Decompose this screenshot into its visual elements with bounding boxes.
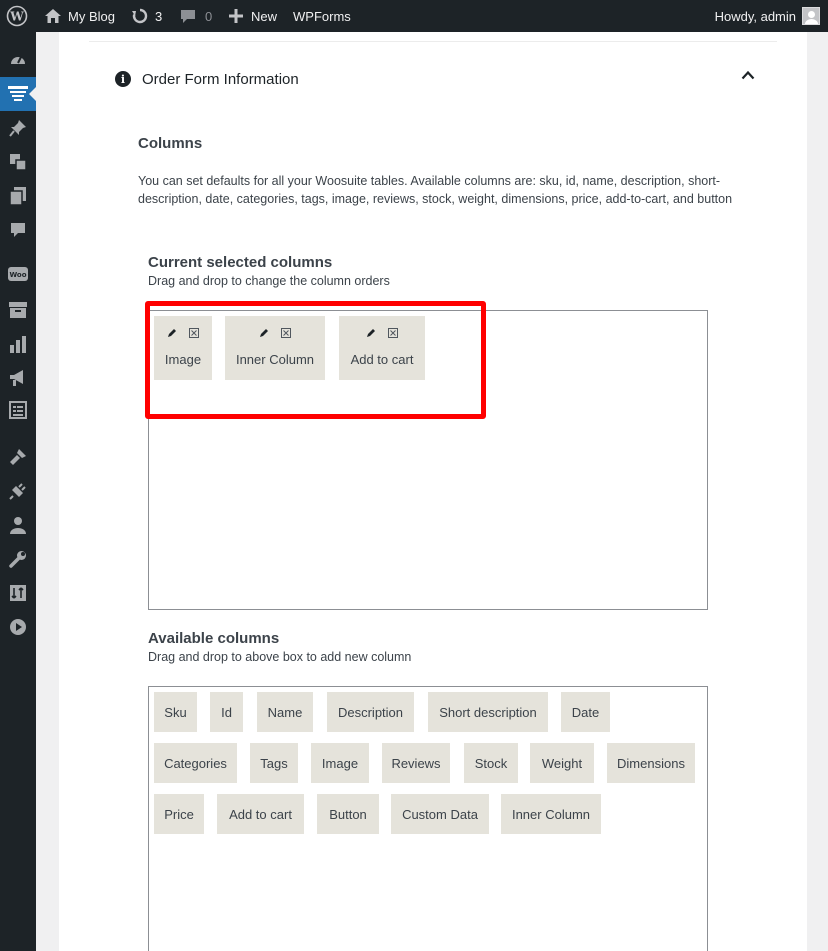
pages-icon[interactable] bbox=[0, 179, 36, 213]
available-column-label: Add to cart bbox=[229, 806, 292, 822]
available-column-label: Description bbox=[337, 704, 404, 720]
available-column-chip[interactable]: Short description bbox=[428, 692, 548, 732]
avatar bbox=[802, 7, 820, 25]
available-column-chip[interactable]: Weight bbox=[530, 743, 594, 783]
available-column-chip[interactable]: Sku bbox=[154, 692, 197, 732]
admin-sidebar: Woo bbox=[0, 32, 36, 951]
available-column-chip[interactable]: Name bbox=[257, 692, 313, 732]
available-column-label: Reviews bbox=[391, 755, 441, 771]
users-icon[interactable] bbox=[0, 508, 36, 542]
woosuite-tables-icon[interactable] bbox=[0, 77, 36, 111]
woocommerce-icon[interactable]: Woo bbox=[0, 257, 36, 291]
available-column-chip[interactable]: Dimensions bbox=[607, 743, 695, 783]
available-column-chip[interactable]: Tags bbox=[250, 743, 298, 783]
site-name-link[interactable]: My Blog bbox=[44, 0, 115, 32]
available-column-chip[interactable]: Image bbox=[311, 743, 369, 783]
available-column-chip[interactable]: Description bbox=[327, 692, 414, 732]
current-columns-help: Drag and drop to change the column order… bbox=[148, 274, 390, 288]
plus-icon bbox=[229, 9, 243, 23]
available-column-chip[interactable]: Button bbox=[317, 794, 379, 834]
section-header-order-form[interactable]: i Order Form Information bbox=[115, 68, 765, 90]
wordpress-logo-icon[interactable]: W bbox=[6, 0, 28, 32]
updates-link[interactable]: 3 bbox=[131, 0, 162, 32]
available-column-label: Name bbox=[267, 704, 303, 720]
available-column-chip[interactable]: Categories bbox=[154, 743, 237, 783]
comment-bubble-icon bbox=[181, 10, 195, 23]
account-menu[interactable]: Howdy, admin bbox=[715, 0, 820, 32]
available-column-label: Dimensions bbox=[617, 755, 685, 771]
available-column-label: Categories bbox=[164, 755, 227, 771]
available-columns-help: Drag and drop to above box to add new co… bbox=[148, 650, 412, 664]
available-column-chip[interactable]: Price bbox=[154, 794, 204, 834]
new-content-link[interactable]: New bbox=[229, 0, 277, 32]
available-column-label: Inner Column bbox=[511, 806, 591, 822]
media-icon[interactable] bbox=[0, 145, 36, 179]
available-column-chip[interactable]: Reviews bbox=[382, 743, 450, 783]
chevron-up-icon[interactable] bbox=[741, 70, 755, 80]
available-column-chip[interactable]: Custom Data bbox=[391, 794, 489, 834]
plugins-icon[interactable] bbox=[0, 474, 36, 508]
available-column-chip[interactable]: Stock bbox=[464, 743, 518, 783]
columns-heading: Columns bbox=[138, 135, 203, 152]
info-icon: i bbox=[115, 71, 131, 87]
available-column-label: Sku bbox=[164, 704, 187, 720]
tools-icon[interactable] bbox=[0, 542, 36, 576]
svg-text:Woo: Woo bbox=[9, 271, 26, 279]
comments-count: 0 bbox=[205, 8, 213, 24]
settings-icon[interactable] bbox=[0, 576, 36, 610]
appearance-icon[interactable] bbox=[0, 440, 36, 474]
available-column-label: Image bbox=[321, 755, 359, 771]
wpforms-label: WPForms bbox=[293, 8, 351, 24]
available-column-label: Weight bbox=[541, 755, 583, 771]
comments-link[interactable]: 0 bbox=[180, 0, 212, 32]
analytics-icon[interactable] bbox=[0, 327, 36, 361]
pin-icon[interactable] bbox=[0, 111, 36, 145]
available-column-chip[interactable]: Add to cart bbox=[217, 794, 304, 834]
media-play-icon[interactable] bbox=[0, 610, 36, 644]
available-column-chip[interactable]: Inner Column bbox=[501, 794, 601, 834]
settings-card: i Order Form Information Columns You can… bbox=[59, 32, 807, 951]
available-column-label: Button bbox=[329, 806, 367, 822]
wpforms-link[interactable]: WPForms bbox=[293, 0, 351, 32]
available-column-label: Stock bbox=[474, 755, 508, 771]
available-column-label: Custom Data bbox=[402, 806, 478, 822]
columns-description: You can set defaults for all your Woosui… bbox=[138, 174, 733, 206]
available-columns-title: Available columns bbox=[148, 630, 280, 647]
updates-count: 3 bbox=[155, 8, 163, 24]
divider bbox=[89, 41, 777, 42]
home-icon bbox=[45, 9, 61, 23]
section-title: Order Form Information bbox=[142, 70, 299, 88]
dashboard-icon[interactable] bbox=[0, 43, 36, 77]
marketing-icon[interactable] bbox=[0, 361, 36, 395]
site-name: My Blog bbox=[68, 8, 115, 24]
products-icon[interactable] bbox=[0, 293, 36, 327]
highlight-box bbox=[145, 301, 486, 419]
available-column-label: Id bbox=[221, 704, 232, 720]
new-label: New bbox=[251, 8, 278, 24]
available-column-label: Price bbox=[164, 806, 194, 822]
comments-icon[interactable] bbox=[0, 213, 36, 247]
current-columns-title: Current selected columns bbox=[148, 254, 333, 271]
howdy-text: Howdy, admin bbox=[714, 8, 796, 24]
available-column-label: Date bbox=[571, 704, 600, 720]
available-columns-box[interactable]: Sku Id Name Description Short descriptio… bbox=[148, 686, 708, 951]
updates-icon bbox=[132, 8, 148, 24]
wpforms-icon[interactable] bbox=[0, 393, 36, 427]
available-column-chip[interactable]: Date bbox=[561, 692, 610, 732]
svg-text:W: W bbox=[9, 10, 24, 24]
admin-bar: W My Blog 3 0 New WPForms Howdy, admin bbox=[0, 0, 828, 32]
available-column-chip[interactable]: Id bbox=[210, 692, 243, 732]
available-column-label: Short description bbox=[439, 704, 537, 720]
available-column-label: Tags bbox=[260, 755, 288, 771]
